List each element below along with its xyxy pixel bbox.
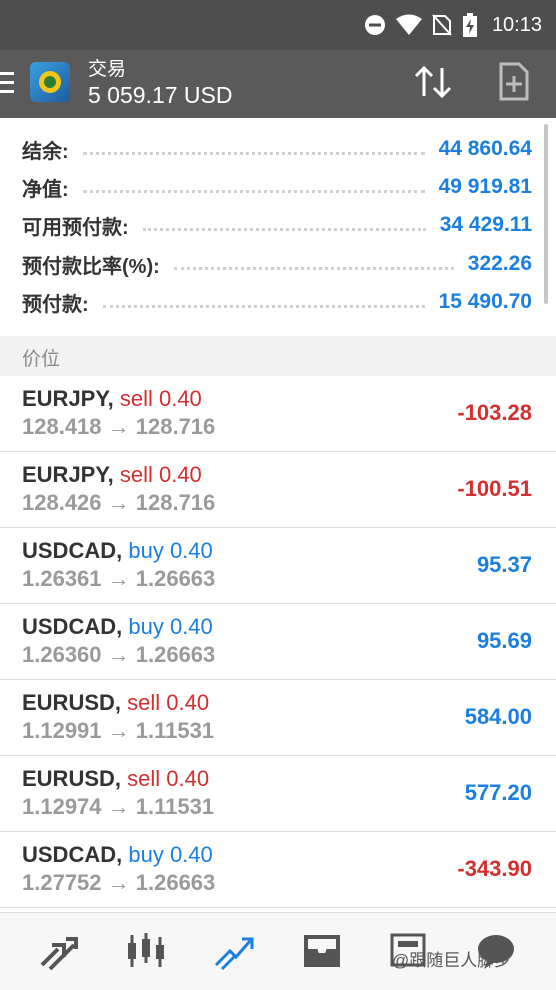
balance-row: 结余: 44 860.64 xyxy=(22,130,532,168)
position-title: EURUSD, sell 0.40 xyxy=(22,690,209,716)
position-symbol: EURJPY, xyxy=(22,462,114,487)
status-time: 10:13 xyxy=(491,13,542,36)
position-row[interactable]: USDCAD, buy 0.40 1.27752 → 1.26663 -343.… xyxy=(0,832,556,908)
position-symbol: EURUSD, xyxy=(22,766,122,791)
history-icon xyxy=(304,935,340,967)
position-side: buy 0.40 xyxy=(128,842,213,867)
position-prices: 1.26361 → 1.26663 xyxy=(22,566,216,591)
watermark-text: @跟随巨人脚步 xyxy=(392,951,512,970)
wifi-icon xyxy=(395,14,422,35)
section-title: 价位 xyxy=(22,349,61,370)
battery-charging-icon xyxy=(462,13,477,37)
position-profit: -100.51 xyxy=(457,476,532,501)
position-profit: 584.00 xyxy=(464,704,532,729)
position-row[interactable]: EURJPY, sell 0.40 128.418 → 128.716 -103… xyxy=(0,376,556,452)
position-symbol: USDCAD, xyxy=(22,538,123,563)
status-icons: 10:13 xyxy=(364,11,542,39)
equity-label: 净值: xyxy=(22,178,69,201)
position-side: buy 0.40 xyxy=(128,538,213,563)
position-symbol: EURJPY, xyxy=(22,386,114,411)
position-profit: 577.20 xyxy=(464,780,532,805)
position-side: buy 0.40 xyxy=(128,614,213,639)
position-title: EURJPY, sell 0.40 xyxy=(22,462,202,488)
nav-trade[interactable] xyxy=(212,931,256,971)
margin-level-value: 322.26 xyxy=(467,252,532,275)
quotes-icon xyxy=(40,937,78,971)
position-title: USDCAD, buy 0.40 xyxy=(22,842,213,868)
status-bar: 10:13 xyxy=(0,0,556,50)
app-window: 10:13 交易 5 059.17 USD 结余: 44 860.64 净值: … xyxy=(0,0,556,990)
position-title: EURJPY, sell 0.40 xyxy=(22,386,202,412)
free-margin-row: 可用预付款: 34 429.11 xyxy=(22,206,532,244)
position-side: sell 0.40 xyxy=(119,462,202,487)
position-side: sell 0.40 xyxy=(127,690,210,715)
new-order-icon xyxy=(499,62,529,101)
positions-list: EURJPY, sell 0.40 128.418 → 128.716 -103… xyxy=(0,376,556,908)
app-logo xyxy=(30,62,70,102)
equity-row: 净值: 49 919.81 xyxy=(22,168,532,206)
free-margin-label: 可用预付款: xyxy=(22,216,129,239)
position-row[interactable]: USDCAD, buy 0.40 1.26360 → 1.26663 95.69 xyxy=(0,604,556,680)
position-prices: 1.12974 → 1.11531 xyxy=(22,794,215,819)
margin-value: 15 490.70 xyxy=(438,290,532,313)
position-symbol: EURUSD, xyxy=(22,690,122,715)
no-sim-icon xyxy=(432,14,452,36)
position-row[interactable]: EURUSD, sell 0.40 1.12974 → 1.11531 577.… xyxy=(0,756,556,832)
section-header: 价位 xyxy=(0,336,556,377)
menu-icon[interactable] xyxy=(0,72,14,94)
position-prices: 1.12991 → 1.11531 xyxy=(22,718,215,743)
position-symbol: USDCAD, xyxy=(22,842,123,867)
position-profit: 95.69 xyxy=(476,628,532,653)
margin-row: 预付款: 15 490.70 xyxy=(22,283,532,321)
app-bar: 交易 5 059.17 USD xyxy=(0,50,556,118)
position-title: EURUSD, sell 0.40 xyxy=(22,766,209,792)
position-row[interactable]: EURUSD, sell 0.40 1.12991 → 1.11531 584.… xyxy=(0,680,556,756)
position-side: sell 0.40 xyxy=(119,386,202,411)
margin-label: 预付款: xyxy=(22,293,89,316)
position-title: USDCAD, buy 0.40 xyxy=(22,538,213,564)
free-margin-value: 34 429.11 xyxy=(439,213,532,236)
account-summary: 结余: 44 860.64 净值: 49 919.81 可用预付款: 34 42… xyxy=(0,118,556,337)
position-profit: -343.90 xyxy=(457,856,532,881)
nav-chart[interactable] xyxy=(124,931,168,971)
sort-icon xyxy=(414,65,452,99)
position-prices: 1.26360 → 1.26663 xyxy=(22,642,216,667)
new-order-button[interactable] xyxy=(496,62,532,102)
position-side: sell 0.40 xyxy=(127,766,210,791)
position-row[interactable]: EURJPY, sell 0.40 128.426 → 128.716 -100… xyxy=(0,452,556,528)
position-symbol: USDCAD, xyxy=(22,614,123,639)
position-prices: 1.27752 → 1.26663 xyxy=(22,870,216,895)
page-title: 交易 xyxy=(88,59,127,80)
position-prices: 128.426 → 128.716 xyxy=(22,490,216,515)
account-profit: 5 059.17 USD xyxy=(88,82,233,108)
position-profit: 95.37 xyxy=(476,552,532,577)
margin-level-row: 预付款比率(%): 322.26 xyxy=(22,245,532,283)
equity-value: 49 919.81 xyxy=(438,175,532,198)
position-row[interactable]: USDCAD, buy 0.40 1.26361 → 1.26663 95.37 xyxy=(0,528,556,604)
margin-level-label: 预付款比率(%): xyxy=(22,255,160,278)
nav-history[interactable] xyxy=(300,931,344,971)
do-not-disturb-icon xyxy=(364,15,385,35)
nav-quotes[interactable] xyxy=(36,931,80,971)
position-prices: 128.418 → 128.716 xyxy=(22,414,216,439)
chart-icon xyxy=(128,933,164,967)
sort-button[interactable] xyxy=(412,62,456,102)
position-title: USDCAD, buy 0.40 xyxy=(22,614,213,640)
balance-value: 44 860.64 xyxy=(438,137,532,160)
balance-label: 结余: xyxy=(22,140,69,163)
scrollbar[interactable] xyxy=(544,124,548,304)
trade-icon xyxy=(214,937,254,971)
position-profit: -103.28 xyxy=(457,400,532,425)
